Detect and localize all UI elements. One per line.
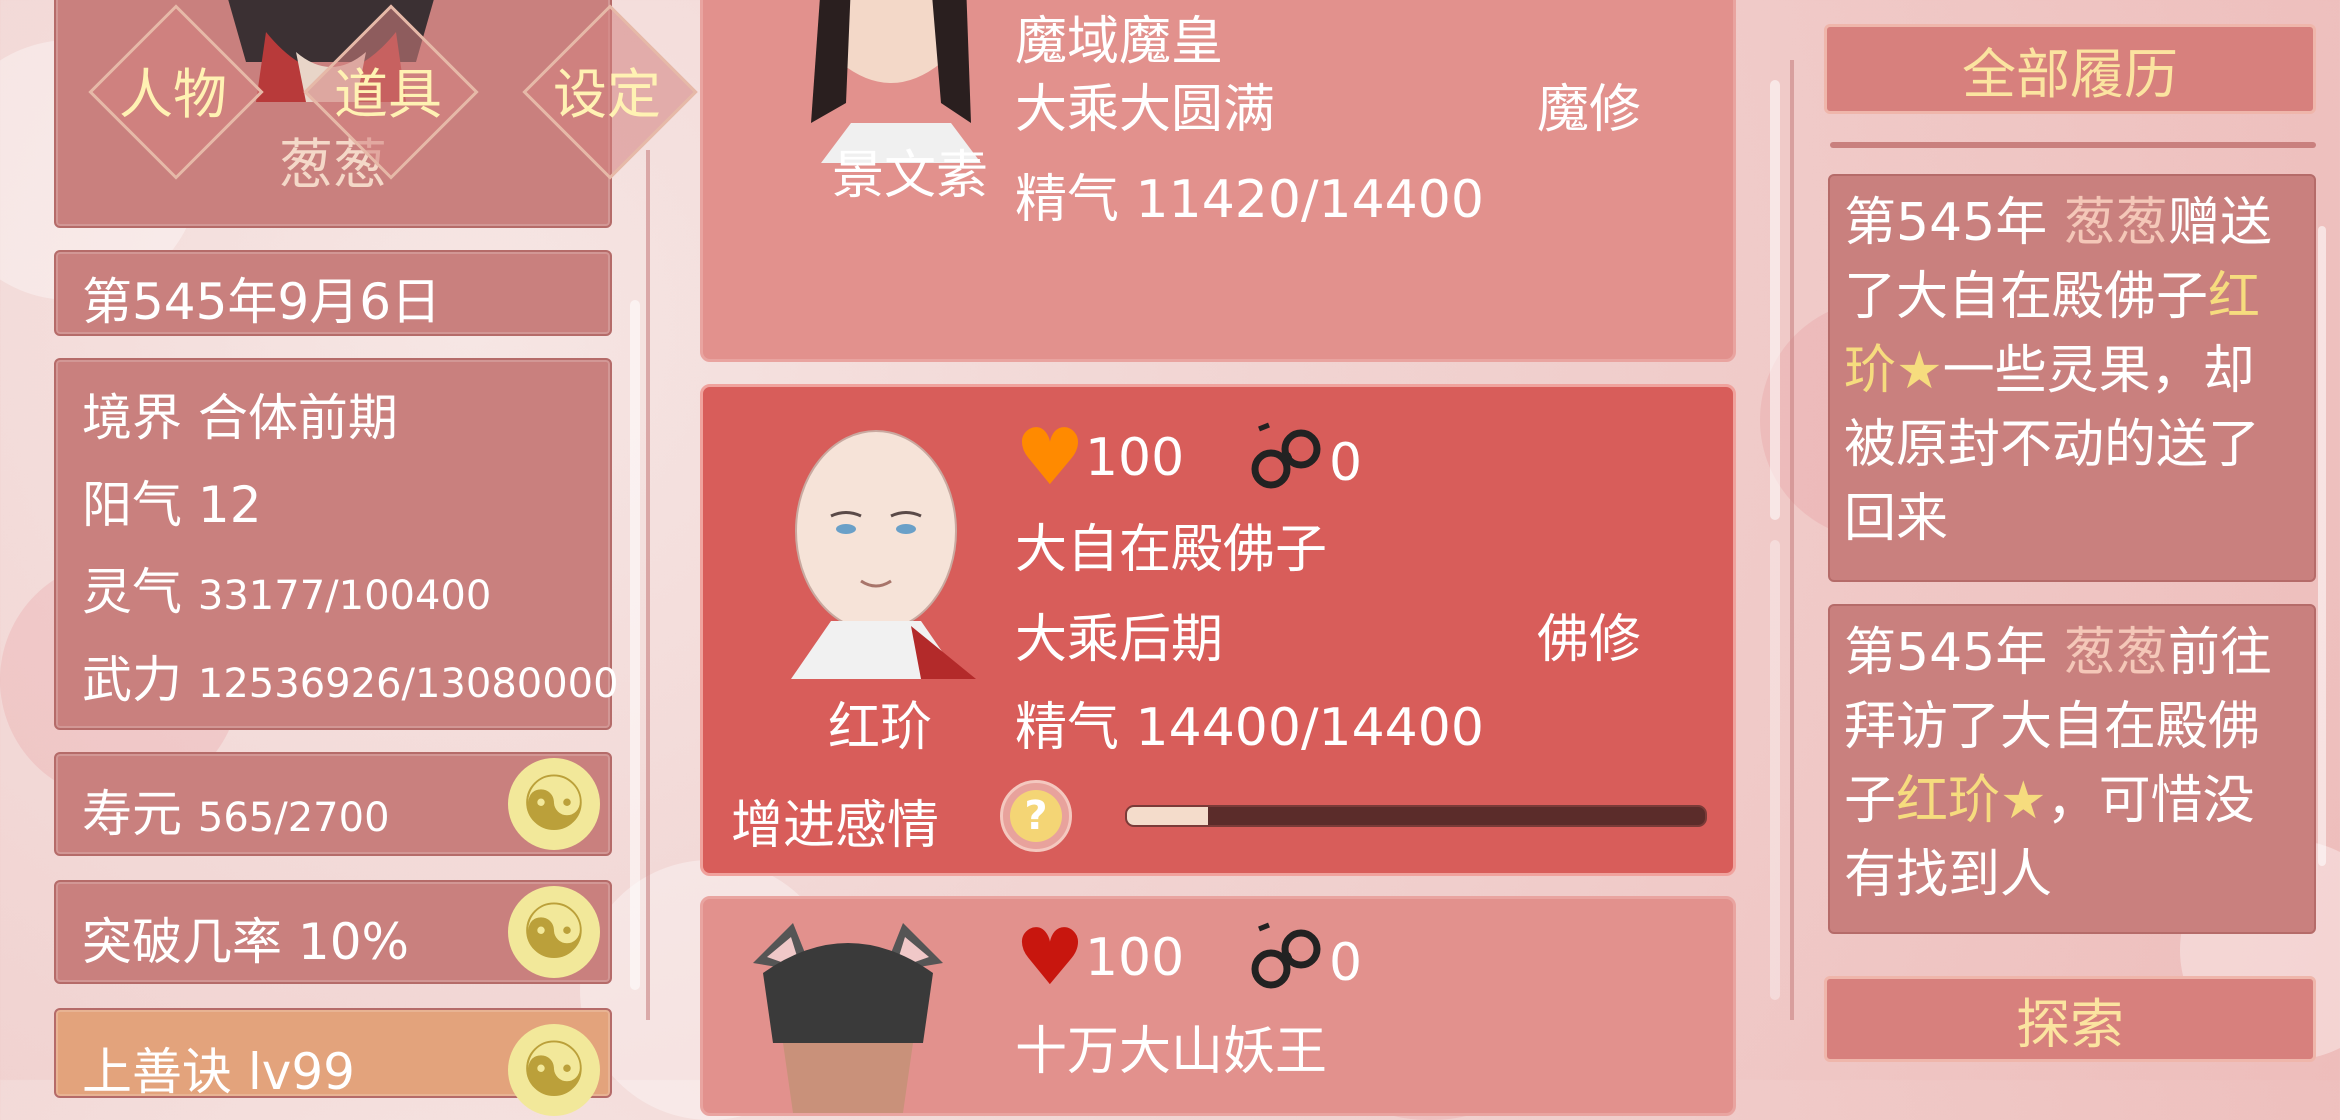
affection-progress-bar	[1125, 805, 1707, 827]
character-card[interactable]: ♥ 100 0 十万大山妖王	[700, 896, 1736, 1116]
breakthrough-label: 突破几率	[82, 913, 282, 971]
stat-realm-value: 合体前期	[197, 389, 398, 447]
heart-icon: ♥	[1015, 913, 1085, 1003]
character-name: 红玠	[827, 698, 932, 758]
action-label: 增进感情	[731, 796, 940, 856]
captivity: 0	[1249, 419, 1362, 506]
captivity: 0	[1249, 919, 1362, 1006]
character-title: 十万大山妖王	[1015, 1022, 1328, 1082]
character-path: 佛修	[1537, 610, 1642, 670]
vigor-label: 精气	[1015, 698, 1120, 758]
yinyang-icon[interactable]: ☯	[508, 1024, 600, 1116]
tab-settings[interactable]: 设定	[522, 4, 698, 180]
character-card-selected[interactable]: 红玠 ♥ 100 0 大自在殿佛子 大乘后期 佛修 精气 14400/14400…	[700, 384, 1736, 876]
stat-spirit: 灵气 33177/100400	[82, 552, 491, 624]
character-vigor: 精气 11420/14400	[1015, 157, 1484, 232]
character-portrait	[743, 923, 953, 1113]
captivity-value: 0	[1329, 432, 1363, 493]
tab-items[interactable]: 道具	[303, 4, 479, 180]
entry-player: 葱葱	[2063, 623, 2168, 683]
character-realm: 大乘后期	[1015, 610, 1224, 670]
vigor-value: 11420/14400	[1135, 170, 1484, 230]
affection-value: 100	[1084, 428, 1185, 488]
history-entry: 第545年 葱葱赠送了大自在殿佛子红玠★一些灵果，却被原封不动的送了回来	[1828, 174, 2316, 582]
tab-characters[interactable]: 人物	[88, 4, 264, 180]
breakthrough-value: 10%	[297, 913, 410, 971]
breakthrough-panel: 突破几率 10% ☯	[54, 880, 612, 984]
stat-force-value: 12536926/13080000	[197, 661, 619, 707]
handcuffs-icon	[1249, 919, 1329, 1006]
character-title: 魔域魔皇	[1015, 12, 1224, 72]
all-history-button[interactable]: 全部履历	[1824, 24, 2316, 114]
tab-label: 人物	[119, 62, 227, 126]
lifespan-panel: 寿元 565/2700 ☯	[54, 752, 612, 856]
affection-value: 100	[1084, 928, 1185, 988]
entry-target: 红玠★	[1896, 771, 2047, 831]
stat-spirit-label: 灵气	[82, 563, 182, 621]
affection: ♥ 100	[1015, 919, 1184, 997]
character-portrait	[761, 421, 991, 679]
stat-yang-label: 阳气	[82, 476, 182, 534]
current-date: 第545年9月6日	[82, 273, 442, 331]
history-scrollbar[interactable]	[2318, 226, 2326, 866]
lifespan-label: 寿元	[82, 785, 182, 843]
entry-year: 第545年	[1844, 193, 2064, 253]
stats-panel: 境界 合体前期 阳气 12 灵气 33177/100400 武力 1253692…	[54, 358, 619, 730]
yinyang-icon[interactable]: ☯	[508, 758, 600, 850]
lifespan-value: 565/2700	[197, 795, 390, 841]
history-entry: 第545年 葱葱前往拜访了大自在殿佛子红玠★，可惜没有找到人	[1828, 604, 2316, 934]
stat-yang: 阳气 12	[82, 465, 262, 537]
affection: ♥ 100	[1015, 419, 1184, 497]
tab-label: 设定	[553, 62, 661, 126]
captivity-value: 0	[1329, 932, 1363, 993]
character-path: 魔修	[1537, 80, 1642, 140]
lifespan: 寿元 565/2700	[82, 774, 390, 846]
stat-yang-value: 12	[197, 476, 262, 534]
stat-force: 武力 12536926/13080000	[82, 640, 619, 712]
skill-name: 上善诀 lv99	[82, 1043, 355, 1101]
character-name: 景文素	[831, 146, 988, 206]
center-scroll-rail	[1790, 60, 1794, 1020]
character-vigor: 精气 14400/14400	[1015, 685, 1484, 760]
character-title: 大自在殿佛子	[1015, 520, 1328, 580]
question-icon: ?	[1010, 790, 1062, 842]
help-button[interactable]: ?	[1000, 780, 1072, 852]
stat-spirit-value: 33177/100400	[197, 573, 492, 619]
character-realm: 大乘大圆满	[1015, 80, 1276, 140]
history-divider	[1830, 142, 2316, 148]
date-panel: 第545年9月6日	[54, 250, 612, 336]
progress-fill	[1127, 807, 1208, 825]
heart-icon: ♥	[1015, 413, 1085, 503]
yinyang-icon[interactable]: ☯	[508, 886, 600, 978]
stat-realm-label: 境界	[82, 389, 182, 447]
vigor-label: 精气	[1015, 170, 1120, 230]
breakthrough: 突破几率 10%	[82, 902, 409, 974]
stat-force-label: 武力	[82, 651, 182, 709]
center-scrollbar[interactable]	[1770, 80, 1780, 520]
left-scrollbar[interactable]	[630, 300, 640, 990]
vigor-value: 14400/14400	[1135, 698, 1484, 758]
explore-button[interactable]: 探索	[1824, 976, 2316, 1062]
character-card[interactable]: 景文素 魔域魔皇 大乘大圆满 魔修 精气 11420/14400	[700, 0, 1736, 362]
tab-label: 道具	[334, 62, 442, 126]
stat-realm: 境界 合体前期	[82, 378, 398, 450]
handcuffs-icon	[1249, 419, 1329, 506]
left-scroll-rail	[646, 150, 650, 1020]
entry-player: 葱葱	[2063, 193, 2168, 253]
skill-panel: 上善诀 lv99 ☯	[54, 1008, 612, 1116]
center-scrollbar-lower	[1770, 540, 1780, 1000]
entry-year: 第545年	[1844, 623, 2064, 683]
